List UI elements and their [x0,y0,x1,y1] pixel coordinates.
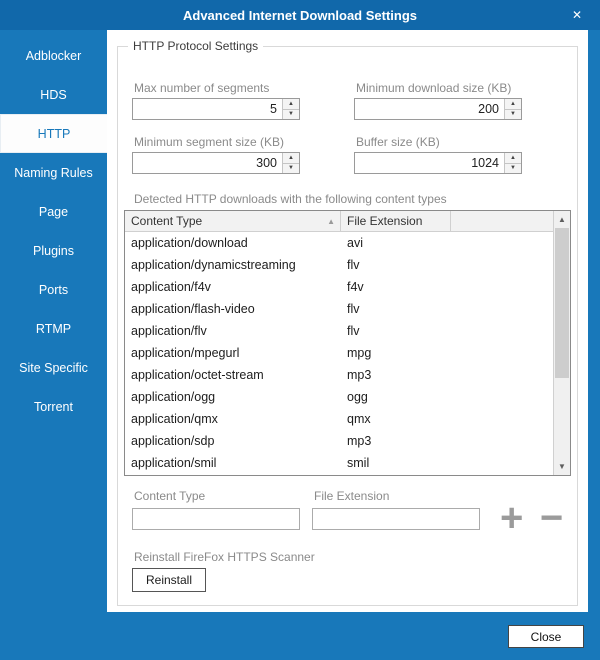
spin-up-icon[interactable]: ▲ [283,153,299,164]
sidebar-item-torrent[interactable]: Torrent [0,387,107,426]
remove-icon[interactable]: − [540,498,563,538]
cell-file-extension: avi [347,236,363,250]
min-download-size-value: 200 [478,102,499,116]
buffer-size-stepper[interactable]: 1024 ▲ ▼ [354,152,522,174]
cell-content-type: application/qmx [131,412,218,426]
sidebar: Adblocker HDS HTTP Naming Rules Page Plu… [0,30,107,660]
spin-buttons: ▲ ▼ [282,153,299,173]
cell-content-type: application/smil [131,456,217,470]
min-segment-size-stepper[interactable]: 300 ▲ ▼ [132,152,300,174]
add-file-extension-label: File Extension [314,489,390,503]
vertical-scrollbar[interactable]: ▲ ▼ [553,211,570,475]
cell-file-extension: mp3 [347,368,372,382]
buffer-size-value: 1024 [471,156,499,170]
min-download-size-stepper[interactable]: 200 ▲ ▼ [354,98,522,120]
max-segments-value: 5 [270,102,277,116]
table-row[interactable]: application/flash-video flv [125,298,553,320]
spin-up-icon[interactable]: ▲ [505,99,521,110]
scrollbar-track[interactable] [554,228,570,458]
main-panel: HTTP Protocol Settings Max number of seg… [107,30,588,612]
reinstall-button[interactable]: Reinstall [132,568,206,592]
content-type-input[interactable] [132,508,300,530]
titlebar: Advanced Internet Download Settings ✕ [0,0,600,30]
table-caption: Detected HTTP downloads with the followi… [134,192,447,206]
sidebar-item-plugins[interactable]: Plugins [0,231,107,270]
cell-file-extension: qmx [347,412,371,426]
cell-content-type: application/f4v [131,280,211,294]
group-title: HTTP Protocol Settings [128,39,264,53]
table-row[interactable]: application/smil smil [125,452,553,474]
window-title: Advanced Internet Download Settings [182,7,418,23]
buffer-size-label: Buffer size (KB) [356,135,440,149]
cell-file-extension: flv [347,258,360,272]
header-content-type-label: Content Type [131,214,203,228]
sidebar-item-naming-rules[interactable]: Naming Rules [0,153,107,192]
scrollbar-thumb[interactable] [555,228,569,378]
table-row[interactable]: application/ogg ogg [125,386,553,408]
cell-file-extension: mp3 [347,434,372,448]
cell-content-type: application/octet-stream [131,368,264,382]
table-row[interactable]: application/qmx qmx [125,408,553,430]
cell-content-type: application/mpegurl [131,346,240,360]
http-protocol-settings-group: HTTP Protocol Settings Max number of seg… [117,39,578,606]
spin-up-icon[interactable]: ▲ [505,153,521,164]
min-segment-size-label: Minimum segment size (KB) [134,135,285,149]
spin-down-icon[interactable]: ▼ [505,109,521,119]
sort-ascending-icon: ▲ [327,216,335,226]
cell-file-extension: f4v [347,280,364,294]
cell-file-extension: smil [347,456,370,470]
file-extension-input[interactable] [312,508,480,530]
sidebar-item-hds[interactable]: HDS [0,75,107,114]
spin-buttons: ▲ ▼ [504,99,521,119]
cell-content-type: application/dynamicstreaming [131,258,296,272]
table-row[interactable]: application/download avi [125,232,553,254]
add-content-type-label: Content Type [134,489,206,503]
min-download-size-label: Minimum download size (KB) [356,81,512,95]
table-row[interactable]: application/flv flv [125,320,553,342]
min-segment-size-value: 300 [256,156,277,170]
max-segments-label: Max number of segments [134,81,270,95]
scroll-down-icon[interactable]: ▼ [554,458,570,475]
spin-up-icon[interactable]: ▲ [283,99,299,110]
cell-content-type: application/flash-video [131,302,255,316]
sidebar-item-ports[interactable]: Ports [0,270,107,309]
close-icon[interactable]: ✕ [566,0,588,30]
table-row[interactable]: application/dynamicstreaming flv [125,254,553,276]
add-icon[interactable]: + [500,498,523,538]
cell-file-extension: flv [347,302,360,316]
spin-down-icon[interactable]: ▼ [505,163,521,173]
sidebar-item-page[interactable]: Page [0,192,107,231]
table-row[interactable]: application/octet-stream mp3 [125,364,553,386]
spin-buttons: ▲ ▼ [504,153,521,173]
content-types-table: Content Type ▲ File Extension applicatio… [124,210,571,476]
reinstall-scanner-label: Reinstall FireFox HTTPS Scanner [134,550,315,564]
cell-file-extension: ogg [347,390,368,404]
header-blank [451,211,553,231]
table-header-row: Content Type ▲ File Extension [125,211,553,232]
sidebar-item-rtmp[interactable]: RTMP [0,309,107,348]
spin-buttons: ▲ ▼ [282,99,299,119]
cell-content-type: application/flv [131,324,207,338]
header-file-extension[interactable]: File Extension [341,211,451,231]
sidebar-item-http[interactable]: HTTP [0,114,107,153]
cell-file-extension: flv [347,324,360,338]
header-content-type[interactable]: Content Type ▲ [125,211,341,231]
spin-down-icon[interactable]: ▼ [283,109,299,119]
header-file-extension-label: File Extension [347,214,423,228]
table-body: Content Type ▲ File Extension applicatio… [125,211,553,475]
table-row[interactable]: application/sdp mp3 [125,430,553,452]
close-button[interactable]: Close [508,625,584,648]
max-segments-stepper[interactable]: 5 ▲ ▼ [132,98,300,120]
sidebar-item-adblocker[interactable]: Adblocker [0,36,107,75]
table-row[interactable]: application/mpegurl mpg [125,342,553,364]
scroll-up-icon[interactable]: ▲ [554,211,570,228]
table-row[interactable]: application/f4v f4v [125,276,553,298]
spin-down-icon[interactable]: ▼ [283,163,299,173]
cell-content-type: application/sdp [131,434,215,448]
sidebar-item-site-specific[interactable]: Site Specific [0,348,107,387]
cell-content-type: application/download [131,236,248,250]
cell-content-type: application/ogg [131,390,216,404]
cell-file-extension: mpg [347,346,372,360]
